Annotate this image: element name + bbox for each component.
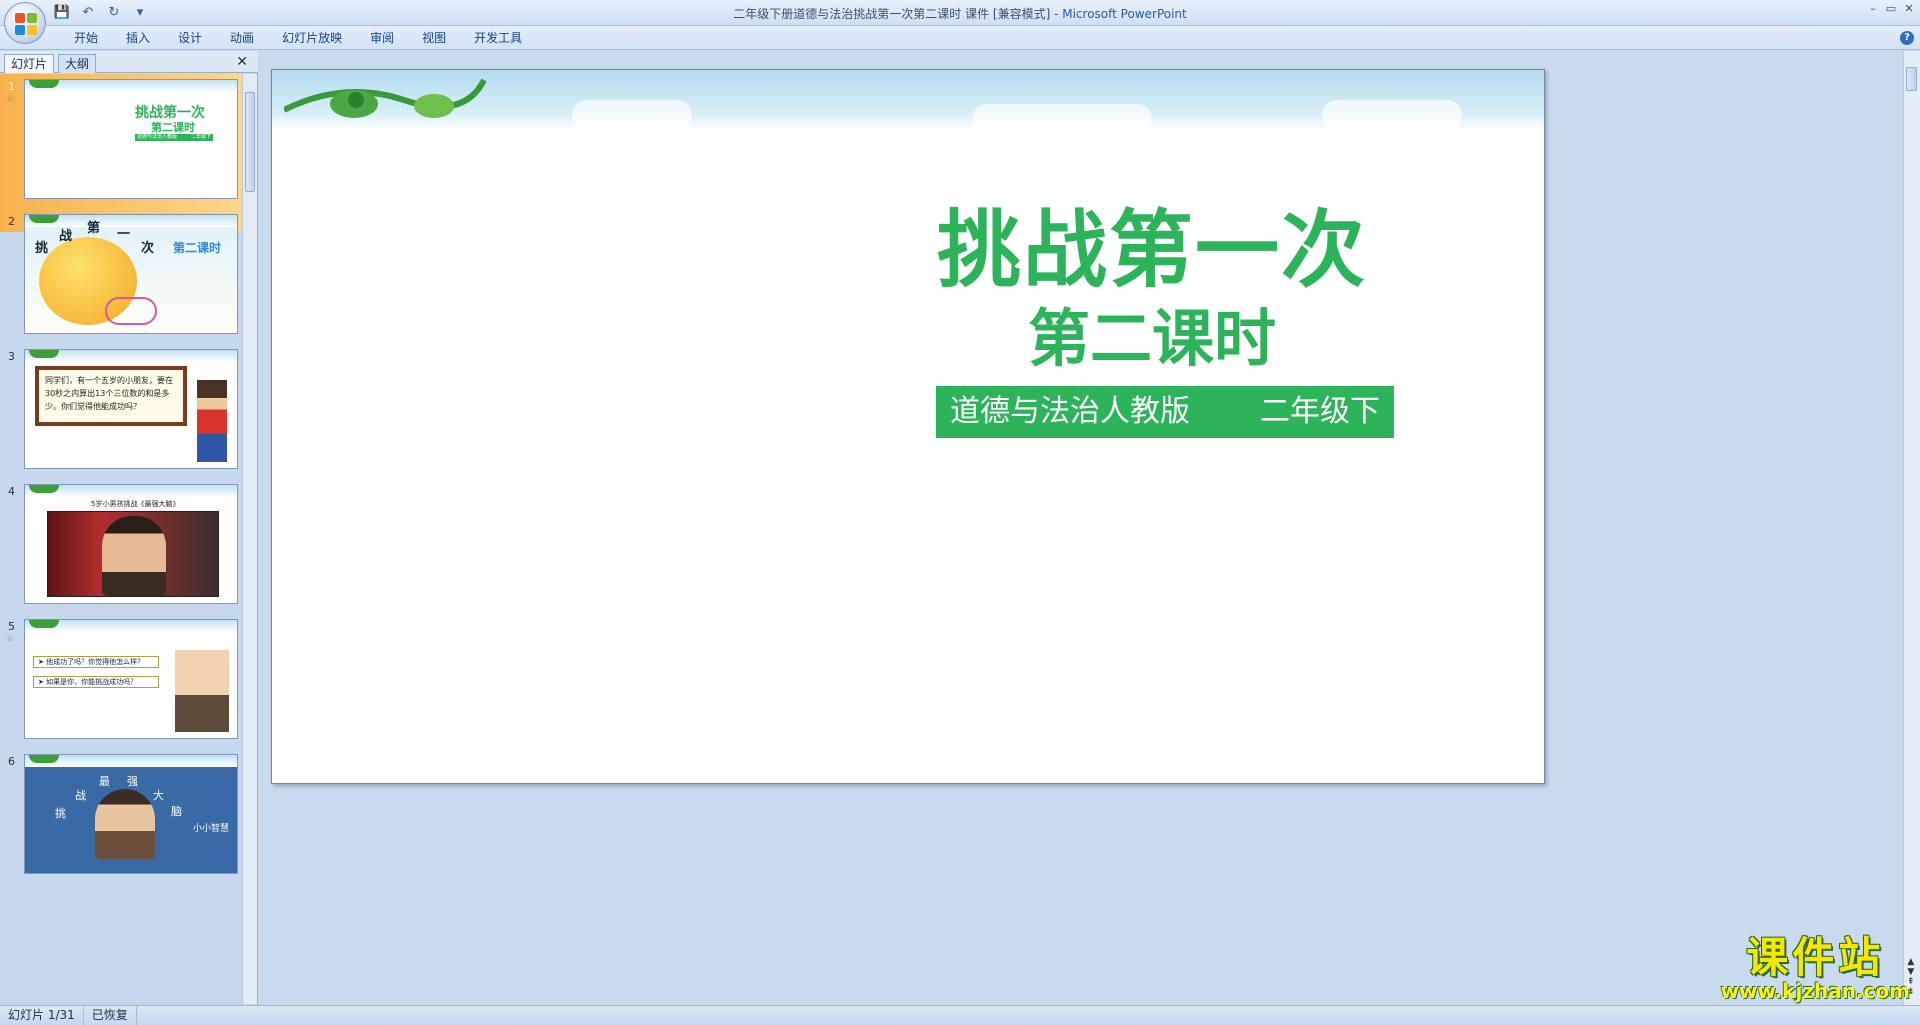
- title-bar: 💾 ↶ ↻ ▾ 二年级下册道德与法治挑战第一次第二课时 课件 [兼容模式] - …: [0, 0, 1920, 44]
- thumb-char: 第: [87, 221, 101, 236]
- thumb-char: 强: [127, 775, 138, 788]
- thumbnail-image: 5岁小男孩挑战《最强大脑》: [24, 484, 238, 604]
- watermark-text: 课件站: [1746, 933, 1885, 982]
- boy-illustration: [197, 380, 227, 462]
- slide-editor: 挑战第一次 第二课时 道德与法治人教版 二年级下 ▲ ▼ ⇞ ⇟ 课件站 www.kj…: [259, 51, 1920, 1005]
- cloud-shape: [1322, 100, 1462, 130]
- slide-number: 2: [8, 215, 15, 228]
- window-title: 二年级下册道德与法治挑战第一次第二课时 课件 [兼容模式] - Microsof…: [0, 5, 1920, 22]
- thumbnail-image: 挑 战 第 一 次 第二课时: [24, 214, 238, 334]
- app-name: Microsoft PowerPoint: [1062, 7, 1187, 21]
- thumb-caption: 5岁小男孩挑战《最强大脑》: [91, 500, 180, 508]
- slide-number: 5: [8, 620, 15, 633]
- banner-decoration: [25, 620, 237, 632]
- thumb-bullet-text: 他成功了吗？你觉得他怎么样？: [46, 658, 145, 666]
- banner-decoration: [25, 350, 237, 362]
- slide-number: 1: [8, 80, 15, 93]
- close-button[interactable]: ✕: [1902, 2, 1916, 16]
- thumb-char: 最: [99, 775, 110, 788]
- office-button[interactable]: [4, 2, 46, 44]
- slide-number: 4: [8, 485, 15, 498]
- editor-scrollbar[interactable]: ▲ ▼ ⇞ ⇟: [1903, 51, 1920, 1005]
- tab-view[interactable]: 视图: [408, 30, 460, 46]
- thumbnail-image: 最 强 战 大 挑 脑 小小智慧: [24, 754, 238, 874]
- banner-decoration: [25, 80, 237, 92]
- video-frame: [47, 511, 219, 597]
- thumbnail-scrollbar[interactable]: [242, 74, 257, 1004]
- thumbnail-list: 1 ☆ 挑战第一次 第二课时 道德与法治人教版 二年级下 2 挑 战 第 一 次…: [0, 74, 242, 1004]
- child-illustration: [102, 516, 166, 596]
- tab-developer[interactable]: 开发工具: [460, 30, 536, 46]
- watermark-url: www.kjzhan.com: [1720, 979, 1910, 1003]
- tab-slides[interactable]: 幻灯片: [4, 54, 55, 73]
- ribbon: 开始 插入 设计 动画 幻灯片放映 审阅 视图 开发工具 ?: [0, 26, 1920, 50]
- thumbnail-image: ➤ 他成功了吗？你觉得他怎么样？ ➤ 如果是你，你能挑战成功吗？: [24, 619, 238, 739]
- current-slide[interactable]: 挑战第一次 第二课时 道德与法治人教版 二年级下: [271, 69, 1545, 784]
- banner-decoration: [25, 755, 237, 767]
- slide-thumbnail-6[interactable]: 6 最 强 战 大 挑 脑 小小智慧: [0, 749, 242, 907]
- tab-design[interactable]: 设计: [164, 30, 216, 46]
- thumb-subtitle: 第二课时: [151, 121, 195, 134]
- slide-band[interactable]: 道德与法治人教版 二年级下: [936, 386, 1394, 438]
- thumb-char: 挑: [35, 241, 49, 256]
- thumb-char: 脑: [171, 805, 182, 818]
- tab-animations[interactable]: 动画: [216, 30, 268, 46]
- bicycle-illustration: [105, 297, 157, 325]
- minimize-button[interactable]: –: [1866, 2, 1880, 16]
- thumb-bullet-text: 如果是你，你能挑战成功吗？: [46, 678, 138, 686]
- child-illustration: [95, 789, 155, 859]
- banner-decoration: [25, 485, 237, 497]
- thumb-footer: 小小智慧: [193, 824, 230, 834]
- recovery-status: 已恢复: [84, 1006, 137, 1025]
- animation-star-icon: ☆: [6, 634, 15, 644]
- maximize-button[interactable]: ▭: [1884, 2, 1898, 16]
- close-icon[interactable]: ✕: [236, 54, 248, 70]
- thumbnail-image: 挑战第一次 第二课时 道德与法治人教版 二年级下: [24, 79, 238, 199]
- tab-review[interactable]: 审阅: [356, 30, 408, 46]
- document-title: 二年级下册道德与法治挑战第一次第二课时 课件 [兼容模式] -: [733, 7, 1063, 21]
- band-right-text: 二年级下: [1260, 394, 1380, 429]
- site-watermark: 课件站 www.kjzhan.com: [1720, 933, 1910, 1003]
- thumb-band-right: 二年级下: [190, 134, 211, 140]
- slide-title[interactable]: 挑战第一次: [922, 202, 1382, 298]
- window-controls: – ▭ ✕: [1866, 2, 1916, 16]
- thumbnail-image: 同学们，有一个五岁的小朋友，要在30秒之内算出13个三位数的和是多少。你们觉得他…: [24, 349, 238, 469]
- slide-subtitle[interactable]: 第二课时: [922, 302, 1382, 376]
- thumb-char: 挑: [55, 807, 66, 820]
- band-left-text: 道德与法治人教版: [950, 394, 1190, 429]
- thumb-char: 大: [153, 789, 164, 802]
- scrollbar-thumb[interactable]: [1906, 67, 1917, 91]
- banner-decoration: [25, 215, 237, 227]
- boy-with-glasses-illustration: [175, 650, 229, 732]
- cloud-shape: [572, 100, 692, 130]
- scrollbar-thumb[interactable]: [245, 92, 255, 192]
- help-icon[interactable]: ?: [1900, 31, 1914, 45]
- slides-panel: 幻灯片 大纲 ✕ 1 ☆ 挑战第一次 第二课时 道德与法治人教版 二年级下 2: [0, 51, 258, 1005]
- thumb-char: 战: [59, 229, 73, 244]
- animation-star-icon: ☆: [6, 94, 15, 104]
- thumb-band-left: 道德与法治人教版: [137, 134, 178, 140]
- thumb-bullet: ➤ 他成功了吗？你觉得他怎么样？: [33, 656, 159, 668]
- thumb-bullet: ➤ 如果是你，你能挑战成功吗？: [33, 676, 159, 688]
- thumb-label: 第二课时: [173, 241, 222, 255]
- thumb-char: 一: [117, 227, 131, 242]
- thumb-char: 战: [75, 789, 86, 802]
- status-bar: 幻灯片 1/31 已恢复: [0, 1005, 1920, 1025]
- panel-tabs: 幻灯片 大纲 ✕: [0, 51, 258, 73]
- tab-slide-show[interactable]: 幻灯片放映: [268, 30, 356, 46]
- cloud-shape: [972, 104, 1152, 134]
- slide-counter: 幻灯片 1/31: [0, 1006, 84, 1025]
- thumb-char: 次: [141, 241, 155, 256]
- vine-leaf-decoration: [284, 78, 487, 118]
- ribbon-tabs: 开始 插入 设计 动画 幻灯片放映 审阅 视图 开发工具: [60, 30, 536, 46]
- office-logo-icon: [15, 13, 37, 35]
- tab-insert[interactable]: 插入: [112, 30, 164, 46]
- thumb-blackboard-text: 同学们，有一个五岁的小朋友，要在30秒之内算出13个三位数的和是多少。你们觉得他…: [35, 366, 187, 426]
- tab-outline[interactable]: 大纲: [58, 54, 97, 73]
- slide-number: 6: [8, 755, 15, 768]
- thumb-band: 道德与法治人教版 二年级下: [135, 134, 213, 141]
- tab-home[interactable]: 开始: [60, 30, 112, 46]
- slide-number: 3: [8, 350, 15, 363]
